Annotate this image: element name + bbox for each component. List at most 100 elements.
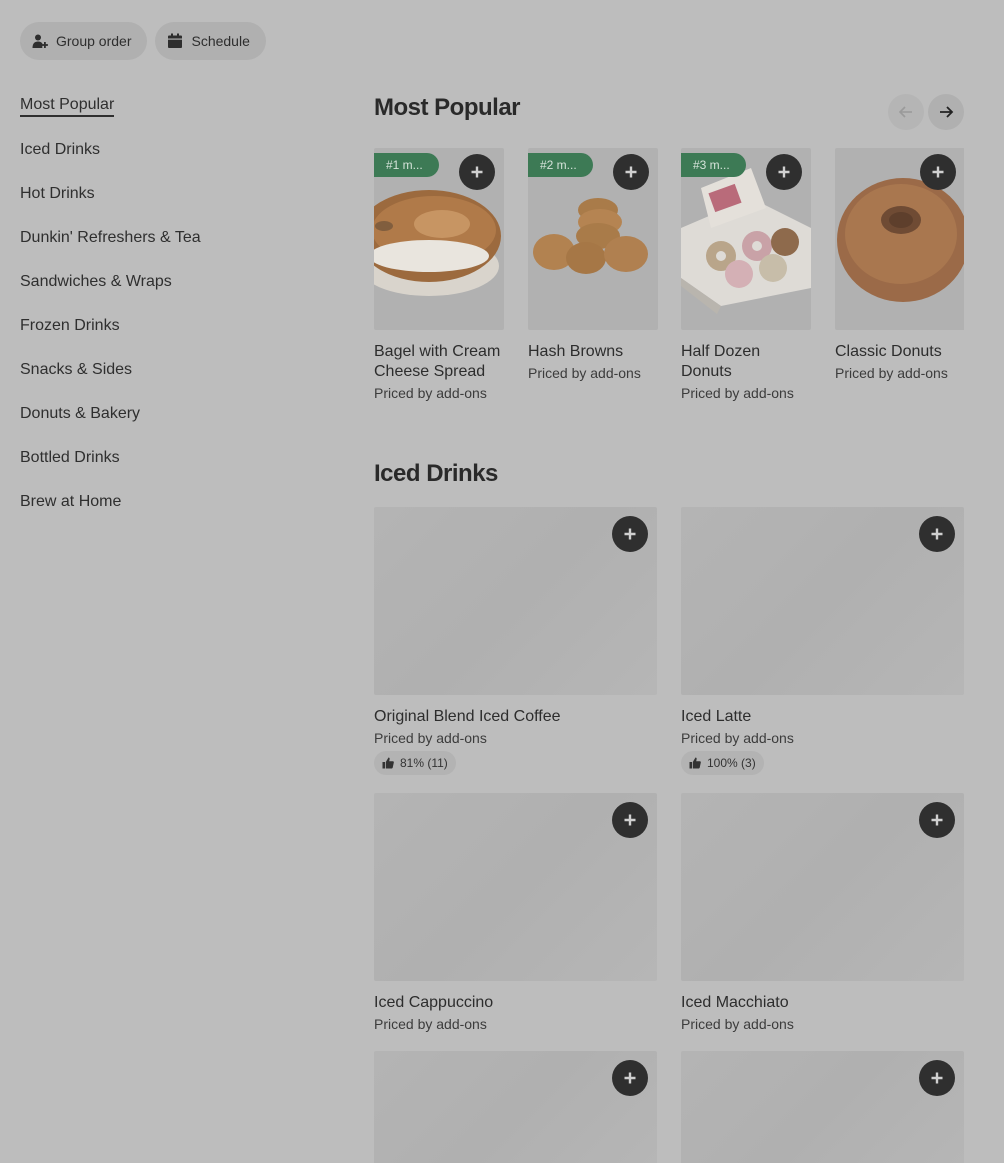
plus-icon [932, 166, 944, 178]
sidebar-item-brew-at-home[interactable]: Brew at Home [20, 480, 201, 524]
carousel-next-button[interactable] [928, 94, 964, 130]
sidebar-item-most-popular[interactable]: Most Popular [20, 84, 201, 128]
add-to-cart-button[interactable] [919, 1060, 955, 1096]
thumbs-up-icon [689, 757, 701, 769]
add-to-cart-button[interactable] [920, 154, 956, 190]
add-to-cart-button[interactable] [459, 154, 495, 190]
item-name: Bagel with Cream Cheese Spread [374, 343, 501, 380]
sidebar-item-label: Frozen Drinks [20, 317, 120, 334]
sidebar-item-label: Sandwiches & Wraps [20, 273, 172, 290]
item-image-placeholder [681, 793, 964, 981]
item-price: Priced by add-ons [374, 385, 487, 401]
plus-icon [778, 166, 790, 178]
arrow-left-icon [898, 106, 912, 118]
iced-drinks-title: Iced Drinks [374, 460, 498, 487]
menu-item-iced-cappuccino[interactable]: Iced Cappuccino Priced by add-ons [374, 793, 657, 1032]
sidebar-item-snacks-sides[interactable]: Snacks & Sides [20, 348, 201, 392]
sidebar-item-label: Dunkin' Refreshers & Tea [20, 229, 201, 246]
sidebar-item-bottled-drinks[interactable]: Bottled Drinks [20, 436, 201, 480]
group-order-button[interactable]: Group order [20, 22, 148, 60]
schedule-button[interactable]: Schedule [155, 22, 266, 60]
plus-icon [931, 528, 943, 540]
sidebar-item-label: Iced Drinks [20, 141, 101, 158]
item-price: Priced by add-ons [681, 730, 794, 746]
sidebar-item-hot-drinks[interactable]: Hot Drinks [20, 172, 201, 216]
item-name: Iced Latte [681, 708, 752, 725]
sidebar-item-iced-drinks[interactable]: Iced Drinks [20, 128, 201, 172]
item-image-placeholder [374, 793, 657, 981]
plus-icon [931, 814, 943, 826]
item-name: Iced Macchiato [681, 994, 789, 1011]
sidebar-item-frozen-drinks[interactable]: Frozen Drinks [20, 304, 201, 348]
thumbs-up-icon [382, 757, 394, 769]
item-price: Priced by add-ons [681, 1016, 794, 1032]
plus-icon [625, 166, 637, 178]
rating-text: 100% (3) [707, 756, 756, 770]
most-popular-item-half-dozen-donuts[interactable]: #3 m... Half Dozen Donuts Priced by add-… [681, 148, 811, 401]
sidebar-item-label: Hot Drinks [20, 185, 95, 202]
add-to-cart-button[interactable] [919, 516, 955, 552]
item-image: #3 m... [681, 148, 811, 330]
item-name: Iced Cappuccino [374, 994, 494, 1011]
most-popular-item-hash-browns[interactable]: #2 m... Hash Browns Priced by add-ons [528, 148, 658, 381]
item-image-placeholder [681, 1051, 964, 1163]
add-person-icon [32, 33, 48, 49]
carousel-prev-button[interactable] [888, 94, 924, 130]
sidebar-item-refreshers-tea[interactable]: Dunkin' Refreshers & Tea [20, 216, 201, 260]
arrow-right-icon [940, 106, 954, 118]
calendar-icon [167, 33, 183, 49]
rank-badge: #3 m... [681, 153, 746, 177]
item-image [835, 148, 964, 330]
item-image-placeholder [374, 1051, 657, 1163]
sidebar-item-label: Brew at Home [20, 493, 122, 510]
add-to-cart-button[interactable] [612, 516, 648, 552]
add-to-cart-button[interactable] [612, 1060, 648, 1096]
category-sidebar: Most Popular Iced Drinks Hot Drinks Dunk… [20, 84, 201, 524]
plus-icon [471, 166, 483, 178]
item-price: Priced by add-ons [374, 730, 487, 746]
menu-item-original-blend-iced-coffee[interactable]: Original Blend Iced Coffee Priced by add… [374, 507, 657, 775]
item-image: #1 m... [374, 148, 504, 330]
plus-icon [624, 528, 636, 540]
menu-item-partial[interactable] [681, 1051, 964, 1163]
sidebar-item-label: Most Popular [20, 96, 115, 117]
schedule-label: Schedule [191, 33, 250, 49]
add-to-cart-button[interactable] [766, 154, 802, 190]
sidebar-item-label: Donuts & Bakery [20, 405, 141, 422]
sidebar-item-label: Snacks & Sides [20, 361, 133, 378]
sidebar-item-label: Bottled Drinks [20, 449, 120, 466]
rank-badge: #2 m... [528, 153, 593, 177]
plus-icon [624, 814, 636, 826]
item-price: Priced by add-ons [681, 385, 794, 401]
menu-content: Most Popular #1 m... Bagel with Cream Ch… [374, 94, 964, 1163]
sidebar-item-sandwiches-wraps[interactable]: Sandwiches & Wraps [20, 260, 201, 304]
item-name: Classic Donuts [835, 343, 942, 360]
most-popular-item-bagel[interactable]: #1 m... Bagel with Cream Cheese Spread P… [374, 148, 504, 401]
item-image: #2 m... [528, 148, 658, 330]
item-name: Half Dozen Donuts [681, 343, 761, 380]
rating-badge: 100% (3) [681, 751, 764, 775]
add-to-cart-button[interactable] [919, 802, 955, 838]
add-to-cart-button[interactable] [612, 802, 648, 838]
item-name: Original Blend Iced Coffee [374, 708, 561, 725]
item-price: Priced by add-ons [528, 365, 641, 381]
menu-item-iced-macchiato[interactable]: Iced Macchiato Priced by add-ons [681, 793, 964, 1032]
item-price: Priced by add-ons [835, 365, 948, 381]
rating-badge: 81% (11) [374, 751, 456, 775]
sidebar-item-donuts-bakery[interactable]: Donuts & Bakery [20, 392, 201, 436]
most-popular-carousel: #1 m... Bagel with Cream Cheese Spread P… [374, 148, 964, 428]
most-popular-title: Most Popular [374, 94, 521, 121]
rating-text: 81% (11) [400, 756, 448, 770]
group-order-label: Group order [56, 33, 132, 49]
most-popular-item-classic-donuts[interactable]: Classic Donuts Priced by add-ons [835, 148, 964, 381]
menu-item-iced-latte[interactable]: Iced Latte Priced by add-ons 100% (3) [681, 507, 964, 775]
add-to-cart-button[interactable] [613, 154, 649, 190]
item-price: Priced by add-ons [374, 1016, 487, 1032]
item-image-placeholder [374, 507, 657, 695]
rank-badge: #1 m... [374, 153, 439, 177]
item-image-placeholder [681, 507, 964, 695]
plus-icon [931, 1072, 943, 1084]
item-name: Hash Browns [528, 343, 624, 360]
menu-item-partial[interactable] [374, 1051, 657, 1163]
plus-icon [624, 1072, 636, 1084]
